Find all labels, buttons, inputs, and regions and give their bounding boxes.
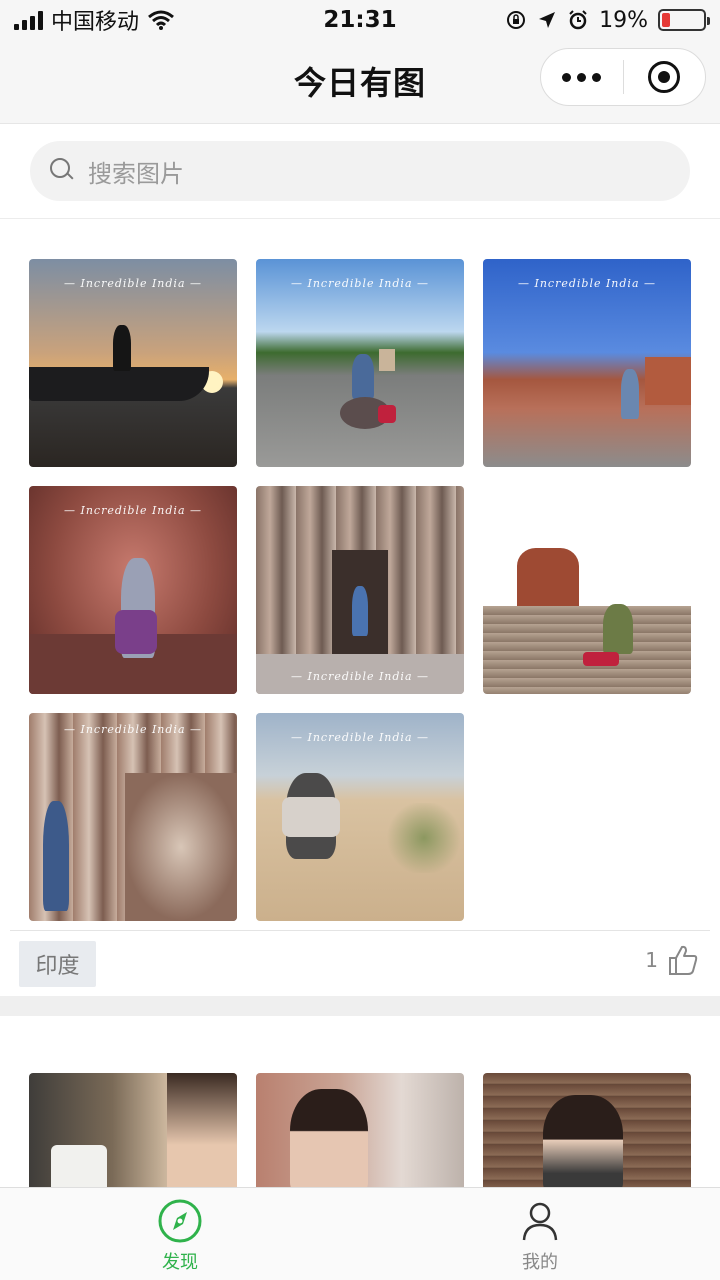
post-card: — Incredible India — — Incredible India … [0,220,720,996]
compass-icon [158,1199,202,1243]
photo-thumbnail[interactable]: — Incredible India — [29,713,237,921]
miniprogram-capsule [540,48,706,106]
search-area: 搜索图片 [0,125,720,219]
alarm-icon [569,10,587,30]
photo-thumbnail[interactable] [483,1073,691,1193]
photo-thumbnail[interactable]: — Incredible India — [29,259,237,467]
watermark-text: — Incredible India — [290,731,430,744]
photo-thumbnail[interactable]: — Incredible India — [256,713,464,921]
user-icon [522,1202,558,1241]
post-footer: 印度 1 [10,930,710,996]
tab-label: 我的 [522,1252,558,1273]
image-grid [29,1073,691,1193]
watermark-text: — Incredible India — [63,277,203,290]
photo-thumbnail[interactable]: — Incredible India — [256,259,464,467]
status-time: 21:31 [323,7,397,33]
watermark-text: — Incredible India — [290,277,430,290]
search-placeholder: 搜索图片 [88,159,184,188]
tab-bar: 发现 我的 [0,1187,720,1280]
signal-icon [14,10,43,30]
like-button[interactable]: 1 [645,943,700,977]
wifi-icon [148,10,174,30]
tag-label[interactable]: 印度 [19,941,96,987]
tab-discover[interactable]: 发现 [0,1188,360,1280]
watermark-text: — Incredible India — [517,277,657,290]
battery-percent: 19% [599,7,648,33]
tab-mine[interactable]: 我的 [360,1188,720,1280]
watermark-text: — Incredible India — [517,504,657,517]
photo-thumbnail[interactable]: — Incredible India — [29,486,237,694]
more-button[interactable] [541,72,623,82]
target-icon [648,61,681,93]
photo-thumbnail[interactable] [256,1073,464,1193]
battery-level [662,13,670,27]
rotation-lock-icon [507,11,526,29]
photo-thumbnail[interactable] [29,1073,237,1193]
watermark-text: — Incredible India — [290,670,430,683]
watermark-text: — Incredible India — [63,504,203,517]
photo-thumbnail[interactable]: — Incredible India — [483,259,691,467]
photo-thumbnail[interactable]: — Incredible India — [483,486,691,694]
thumbs-up-icon [669,945,698,975]
app-screen: 中国移动 21:31 19% 今日有图 搜索图片 — Incredible In… [0,0,720,1280]
status-left: 中国移动 [14,4,254,36]
like-count: 1 [645,948,658,972]
search-input[interactable]: 搜索图片 [30,141,690,201]
status-right: 19% [466,7,710,33]
search-icon [50,158,76,184]
close-button[interactable] [624,61,706,93]
image-grid: — Incredible India — — Incredible India … [29,259,691,921]
title-bar: 今日有图 [0,40,720,124]
photo-thumbnail[interactable]: — Incredible India — [256,486,464,694]
status-bar: 中国移动 21:31 19% [0,0,720,40]
tab-label: 发现 [162,1252,198,1273]
carrier-label: 中国移动 [51,10,140,35]
battery-icon [658,9,710,31]
watermark-text: — Incredible India — [63,723,203,736]
post-card [0,1016,720,1193]
location-icon [539,12,556,28]
section-separator [0,996,720,1016]
